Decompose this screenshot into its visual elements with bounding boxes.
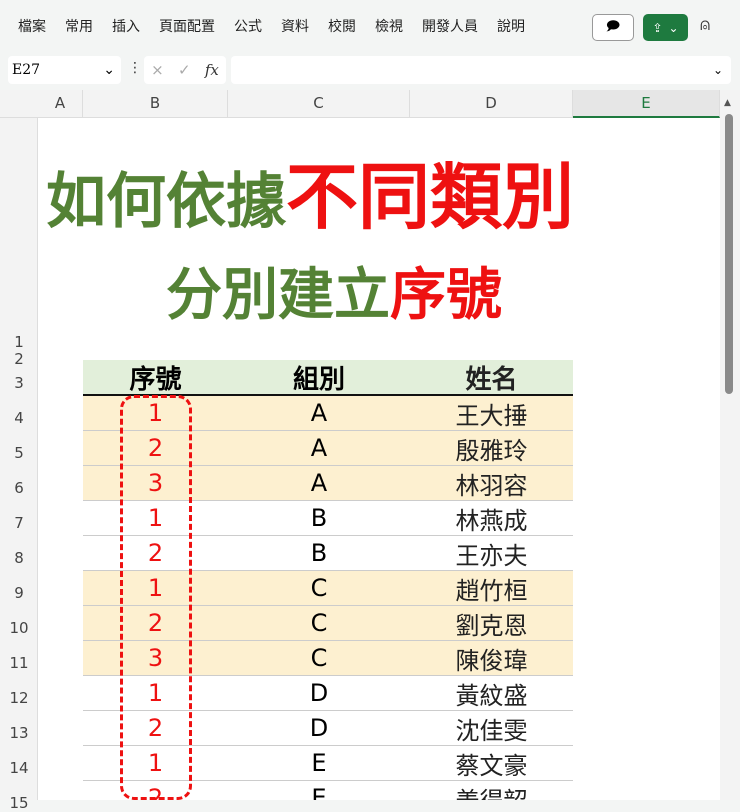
row-header-3[interactable]: 3: [0, 374, 38, 392]
row-header-9[interactable]: 9: [0, 584, 38, 602]
name-box[interactable]: E27 ⌄: [8, 56, 121, 84]
cell-group[interactable]: A: [228, 469, 410, 497]
menu-tab[interactable]: 檔案: [18, 16, 46, 36]
row-header-2[interactable]: 2: [0, 350, 38, 368]
table-header-row: 序號 組別 姓名: [83, 360, 573, 396]
subtitle-green-text: 分別建立: [166, 263, 390, 328]
cell-name[interactable]: 蔡文豪: [410, 746, 573, 781]
menu-tab[interactable]: 校閱: [328, 16, 356, 36]
cell-name[interactable]: 陳俊瑋: [410, 641, 573, 676]
cell-name[interactable]: 姜得韶: [410, 781, 573, 801]
title-line-2: 分別建立序號: [166, 250, 502, 331]
row-header-5[interactable]: 5: [0, 444, 38, 462]
row-header-6[interactable]: 6: [0, 479, 38, 497]
cell-name[interactable]: 沈佳雯: [410, 711, 573, 746]
cell-name[interactable]: 王亦夫: [410, 536, 573, 571]
coauthor-icon[interactable]: ⍝: [700, 15, 710, 35]
menu-tab[interactable]: 資料: [281, 16, 309, 36]
comments-button[interactable]: 🗩: [592, 14, 634, 41]
cell-group[interactable]: B: [228, 539, 410, 567]
menu-tab[interactable]: 頁面配置: [159, 16, 215, 36]
formula-input[interactable]: ⌄: [231, 56, 731, 84]
seq-highlight-box: [120, 395, 192, 800]
row-header-8[interactable]: 8: [0, 549, 38, 567]
title-green-text: 如何依據: [46, 167, 286, 237]
row-header-4[interactable]: 4: [0, 409, 38, 427]
menu-tab[interactable]: 檢視: [375, 16, 403, 36]
column-header-e[interactable]: E: [573, 90, 720, 118]
name-box-value: E27: [12, 62, 41, 78]
column-header-c[interactable]: C: [228, 90, 410, 118]
cell-name[interactable]: 趙竹桓: [410, 571, 573, 606]
share-button[interactable]: ⇪ ⌄: [643, 14, 688, 41]
row-header-12[interactable]: 12: [0, 689, 38, 707]
cell-name[interactable]: 王大捶: [410, 396, 573, 431]
cell-group[interactable]: D: [228, 714, 410, 742]
scroll-up-icon[interactable]: ▲: [724, 98, 731, 108]
menu-tab[interactable]: 插入: [112, 16, 140, 36]
menu-tab[interactable]: 公式: [234, 16, 262, 36]
header-seq[interactable]: 序號: [83, 359, 228, 396]
column-header-b[interactable]: B: [83, 90, 228, 118]
row-header-11[interactable]: 11: [0, 654, 38, 672]
expand-formula-icon[interactable]: ⌄: [713, 63, 723, 77]
cell-name[interactable]: 黃紋盛: [410, 676, 573, 711]
cell-group[interactable]: E: [228, 749, 410, 777]
chevron-down-icon: ⌄: [668, 20, 679, 35]
title-line-1: 如何依據不同類別: [46, 138, 574, 243]
menu-tab[interactable]: 常用: [65, 16, 93, 36]
row-header-13[interactable]: 13: [0, 724, 38, 742]
enter-icon[interactable]: ✓: [178, 61, 191, 79]
row-header-15[interactable]: 15: [0, 794, 38, 812]
cell-group[interactable]: C: [228, 644, 410, 672]
row-header-14[interactable]: 14: [0, 759, 38, 777]
row-header-1[interactable]: 1: [0, 333, 38, 351]
cell-group[interactable]: B: [228, 504, 410, 532]
vertical-scrollbar[interactable]: ▲: [720, 90, 740, 800]
worksheet[interactable]: 如何依據不同類別 分別建立序號 序號 組別 姓名 1 A 王大捶 2 A 殷雅玲 3 A 林羽容…: [38, 118, 720, 800]
cell-name[interactable]: 殷雅玲: [410, 431, 573, 466]
comment-icon: 🗩: [605, 18, 621, 34]
row-header-7[interactable]: 7: [0, 514, 38, 532]
row-headers: 1 2 3 4 5 6 7 8 9 10 11 12 13 14 15: [0, 118, 38, 812]
subtitle-red-text: 序號: [390, 263, 502, 328]
row-header-10[interactable]: 10: [0, 619, 38, 637]
cell-name[interactable]: 劉克恩: [410, 606, 573, 641]
header-group[interactable]: 組別: [228, 359, 410, 396]
column-header-a[interactable]: A: [38, 90, 83, 118]
formula-buttons: × ✓ fx: [144, 56, 226, 84]
share-icon: ⇪: [652, 20, 663, 35]
cell-group[interactable]: C: [228, 609, 410, 637]
cell-group[interactable]: A: [228, 434, 410, 462]
cell-group[interactable]: E: [228, 784, 410, 800]
scroll-thumb[interactable]: [725, 114, 733, 394]
more-icon[interactable]: ⋮: [128, 60, 142, 76]
column-headers: ABCDE: [0, 90, 720, 118]
title-red-text: 不同類別: [286, 155, 575, 239]
menu-tab[interactable]: 開發人員: [422, 16, 478, 36]
chevron-down-icon: ⌄: [103, 62, 115, 78]
header-name[interactable]: 姓名: [410, 359, 573, 396]
column-header-d[interactable]: D: [410, 90, 573, 118]
cell-name[interactable]: 林燕成: [410, 501, 573, 536]
menu-tab[interactable]: 說明: [497, 16, 525, 36]
insert-function-icon[interactable]: fx: [205, 61, 219, 79]
cell-group[interactable]: A: [228, 399, 410, 427]
cell-group[interactable]: C: [228, 574, 410, 602]
cell-group[interactable]: D: [228, 679, 410, 707]
cell-name[interactable]: 林羽容: [410, 466, 573, 501]
cancel-icon[interactable]: ×: [151, 61, 164, 79]
